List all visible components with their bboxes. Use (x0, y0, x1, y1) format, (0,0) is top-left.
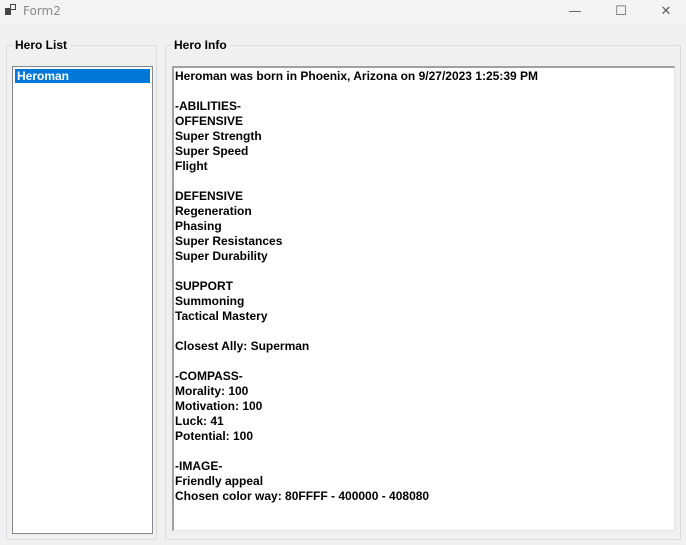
hero-info-group: Hero Info Heroman was born in Phoenix, A… (165, 37, 681, 540)
hero-list-group: Hero List Heroman (6, 37, 157, 540)
info-line: Closest Ally: Superman (175, 339, 310, 353)
info-line: Super Strength (175, 129, 262, 143)
info-line: Summoning (175, 294, 245, 308)
info-line (175, 324, 674, 339)
info-line: Super Resistances (175, 234, 283, 248)
list-item-heroman[interactable]: Heroman (15, 69, 150, 83)
maximize-button[interactable]: ☐ (598, 0, 644, 22)
info-line: Phasing (175, 219, 222, 233)
close-button[interactable]: ✕ (643, 0, 686, 22)
info-line: Luck: 41 (175, 414, 224, 428)
hero-info-label: Hero Info (171, 37, 230, 53)
minimize-button[interactable]: — (552, 0, 598, 22)
info-line (175, 264, 674, 279)
window-title: Form2 (23, 4, 61, 18)
minimize-icon: — (568, 3, 582, 19)
info-line: -COMPASS- (175, 369, 243, 383)
hero-list-label: Hero List (12, 37, 71, 53)
info-line: Morality: 100 (175, 384, 249, 398)
info-line: Friendly appeal (175, 474, 264, 488)
info-line: DEFENSIVE (175, 189, 244, 203)
info-line (175, 354, 674, 369)
info-line: Flight (175, 159, 208, 173)
form-client-area: Hero List Heroman Hero Info Heroman was … (0, 24, 686, 545)
close-icon: ✕ (660, 3, 672, 19)
hero-info-textbox[interactable]: Heroman was born in Phoenix, Arizona on … (172, 66, 675, 531)
info-line (175, 84, 674, 99)
info-line: Chosen color way: 80FFFF - 400000 - 4080… (175, 489, 430, 503)
info-line: -ABILITIES- (175, 99, 241, 113)
title-bar[interactable]: Form2 — ☐ ✕ (0, 0, 686, 24)
info-line: Motivation: 100 (175, 399, 263, 413)
info-line: Super Speed (175, 144, 249, 158)
hero-listbox[interactable]: Heroman (12, 66, 153, 534)
maximize-icon: ☐ (615, 3, 627, 19)
info-line (175, 444, 674, 459)
info-line (175, 174, 674, 189)
info-line: -IMAGE- (175, 459, 223, 473)
info-line: Regeneration (175, 204, 252, 218)
app-icon (5, 4, 16, 15)
info-line: Potential: 100 (175, 429, 254, 443)
info-line: Super Durability (175, 249, 268, 263)
info-line: Tactical Mastery (175, 309, 268, 323)
info-line: SUPPORT (175, 279, 234, 293)
info-line: OFFENSIVE (175, 114, 244, 128)
info-line: Heroman was born in Phoenix, Arizona on … (175, 69, 538, 83)
